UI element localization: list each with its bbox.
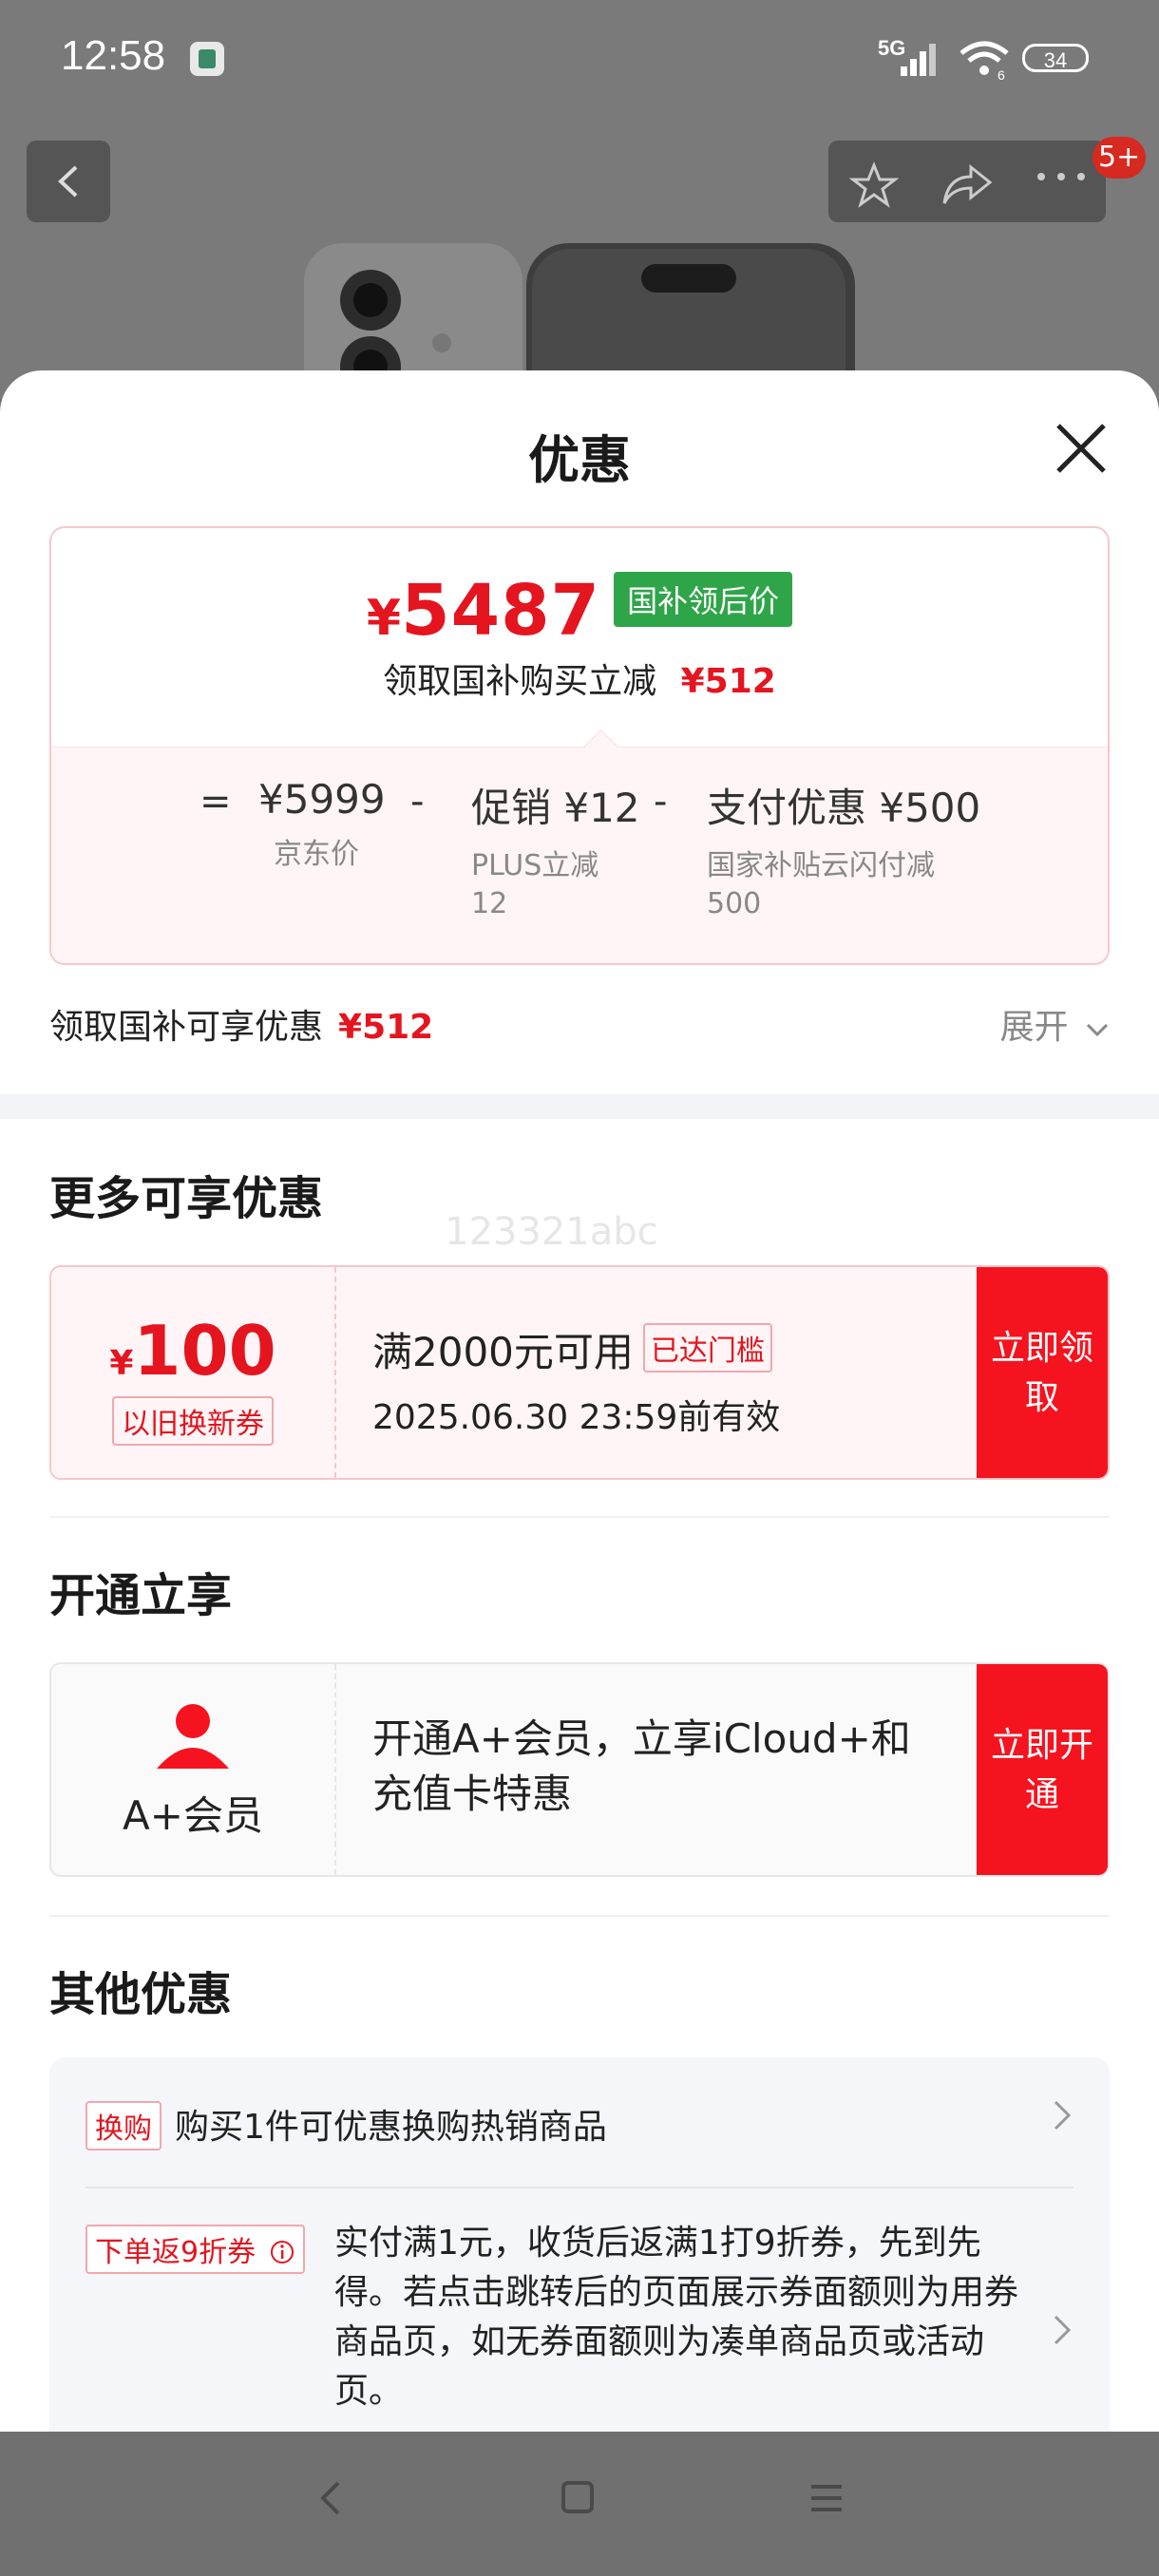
chevron-right-icon[interactable] bbox=[1053, 2097, 1072, 2141]
system-navigation-bar bbox=[0, 2432, 1159, 2576]
expand-button[interactable]: 展开 bbox=[1000, 999, 1110, 1049]
price-value: 5487 bbox=[401, 570, 601, 652]
final-price: ¥5487 国补领后价 bbox=[51, 570, 1108, 652]
rebate-description[interactable]: 实付满1元，收货后返满1打9折券，先到先得。若点击跳转后的页面展示券面额则为用券… bbox=[334, 2219, 1018, 2416]
other-discounts-title: 其他优惠 bbox=[49, 1968, 233, 2021]
claim-coupon-button[interactable]: 立即领取 bbox=[977, 1267, 1108, 1478]
membership-badge: A+会员 bbox=[51, 1664, 336, 1875]
subsidy-text: 领取国补购买立减 bbox=[383, 662, 657, 701]
open-membership-label: 立即开通 bbox=[990, 1726, 1093, 1814]
price-breakdown: = ¥5999 京东价 - 促销 ¥12 PLUS立减12 - 支付优惠 ¥50… bbox=[51, 729, 1108, 963]
minus-sign: - bbox=[410, 780, 425, 824]
rebate-tag-label: 下单返9折券 bbox=[95, 2236, 256, 2269]
membership-name: A+会员 bbox=[123, 1792, 263, 1839]
list-item[interactable]: 换购 购买1件可优惠换购热销商品 bbox=[86, 2099, 607, 2150]
membership-card: A+会员 开通A+会员，立享iCloud+和充值卡特惠 立即开通 bbox=[49, 1662, 1110, 1877]
claim-summary: 领取国补可享优惠 ¥512 bbox=[49, 999, 433, 1049]
equals-sign: = bbox=[200, 780, 232, 824]
membership-text: 开通A+会员，立享iCloud+和充值卡特惠 bbox=[372, 1715, 911, 1817]
breakdown-payment: 支付优惠 ¥500 国家补贴云闪付减500 bbox=[707, 776, 980, 923]
divider bbox=[49, 1516, 1110, 1518]
status-bar: 12:58 5G 6 34 bbox=[0, 0, 1159, 119]
notification-app-icon bbox=[190, 42, 224, 76]
promotion-value: 促销 ¥12 bbox=[471, 785, 640, 831]
star-icon[interactable] bbox=[848, 161, 900, 213]
chevron-down-icon bbox=[1086, 1023, 1109, 1037]
sheet-title: 优惠 bbox=[528, 430, 631, 490]
membership-section-title: 开通立享 bbox=[49, 1569, 233, 1622]
share-icon[interactable] bbox=[940, 161, 994, 211]
threshold-reached-tag: 已达门槛 bbox=[642, 1323, 772, 1373]
info-icon[interactable] bbox=[269, 2239, 295, 2265]
status-time: 12:58 bbox=[61, 32, 166, 79]
nav-home-icon[interactable] bbox=[560, 2479, 595, 2521]
trade-in-tag: 换购 bbox=[86, 2101, 162, 2150]
other-discounts-list: 换购 购买1件可优惠换购热销商品 下单返9折券 实付满1元，收货后返满1打9折券，… bbox=[49, 2057, 1110, 2432]
coupon-expiry: 2025.06.30 23:59前有效 bbox=[372, 1398, 781, 1437]
rebate-tag: 下单返9折券 bbox=[86, 2225, 305, 2274]
minus-sign: - bbox=[654, 780, 668, 824]
claim-coupon-label: 立即领取 bbox=[990, 1329, 1093, 1417]
breakdown-promotion: 促销 ¥12 PLUS立减12 bbox=[471, 776, 640, 923]
list-item-text: 购买1件可优惠换购热销商品 bbox=[175, 2108, 607, 2147]
signal-bars-icon bbox=[901, 42, 942, 76]
close-icon bbox=[1056, 424, 1106, 473]
chevron-right-icon[interactable] bbox=[1053, 2312, 1072, 2356]
discount-sheet: 优惠 ¥5487 国补领后价 领取国补购买立减 ¥512 = ¥5999 京东价 … bbox=[0, 370, 1159, 2432]
wifi-generation: 6 bbox=[998, 67, 1005, 80]
wifi-icon: 6 bbox=[958, 38, 1011, 83]
subsidy-price-tag: 国补领后价 bbox=[614, 572, 793, 627]
price-subtext: 领取国补购买立减 ¥512 bbox=[51, 653, 1108, 703]
price-currency: ¥ bbox=[366, 590, 402, 647]
coupon-details: 满2000元可用 已达门槛 2025.06.30 23:59前有效 bbox=[372, 1320, 780, 1439]
message-badge: 5+ bbox=[1092, 137, 1147, 179]
divider bbox=[86, 2187, 1074, 2188]
price-card: ¥5487 国补领后价 领取国补购买立减 ¥512 = ¥5999 京东价 - 促… bbox=[49, 526, 1110, 965]
claim-amount: ¥512 bbox=[338, 1008, 434, 1047]
back-button[interactable] bbox=[27, 141, 110, 222]
payment-discount-label: 国家补贴云闪付减500 bbox=[707, 849, 935, 920]
coupon-card: ¥100 以旧换新券 满2000元可用 已达门槛 2025.06.30 23:59… bbox=[49, 1265, 1110, 1480]
divider bbox=[49, 1915, 1110, 1917]
nav-menu-icon[interactable] bbox=[809, 2479, 844, 2521]
user-icon bbox=[157, 1704, 229, 1769]
promotion-label: PLUS立减12 bbox=[471, 849, 599, 920]
more-icon[interactable] bbox=[1036, 169, 1087, 187]
coupon-type-tag: 以旧换新券 bbox=[112, 1396, 274, 1446]
coupon-currency: ¥ bbox=[109, 1344, 134, 1383]
nav-back-icon[interactable] bbox=[317, 2479, 344, 2521]
chevron-left-icon bbox=[58, 165, 78, 198]
subsidy-amount: ¥512 bbox=[680, 662, 776, 701]
header-actions bbox=[828, 141, 1106, 222]
coupon-amount-block: ¥100 以旧换新券 bbox=[51, 1267, 336, 1478]
payment-discount-value: 支付优惠 ¥500 bbox=[707, 785, 981, 831]
expand-label: 展开 bbox=[999, 1008, 1069, 1047]
watermark: 123321abc bbox=[445, 1210, 658, 1254]
coupon-condition: 满2000元可用 bbox=[372, 1329, 634, 1375]
coupon-amount: 100 bbox=[133, 1311, 276, 1391]
more-discounts-title: 更多可享优惠 bbox=[49, 1172, 324, 1225]
close-button[interactable] bbox=[1053, 420, 1110, 477]
open-membership-button[interactable]: 立即开通 bbox=[977, 1664, 1108, 1875]
battery-icon: 34 bbox=[1022, 44, 1089, 72]
claim-label: 领取国补可享优惠 bbox=[49, 1008, 324, 1047]
section-divider bbox=[0, 1094, 1159, 1119]
